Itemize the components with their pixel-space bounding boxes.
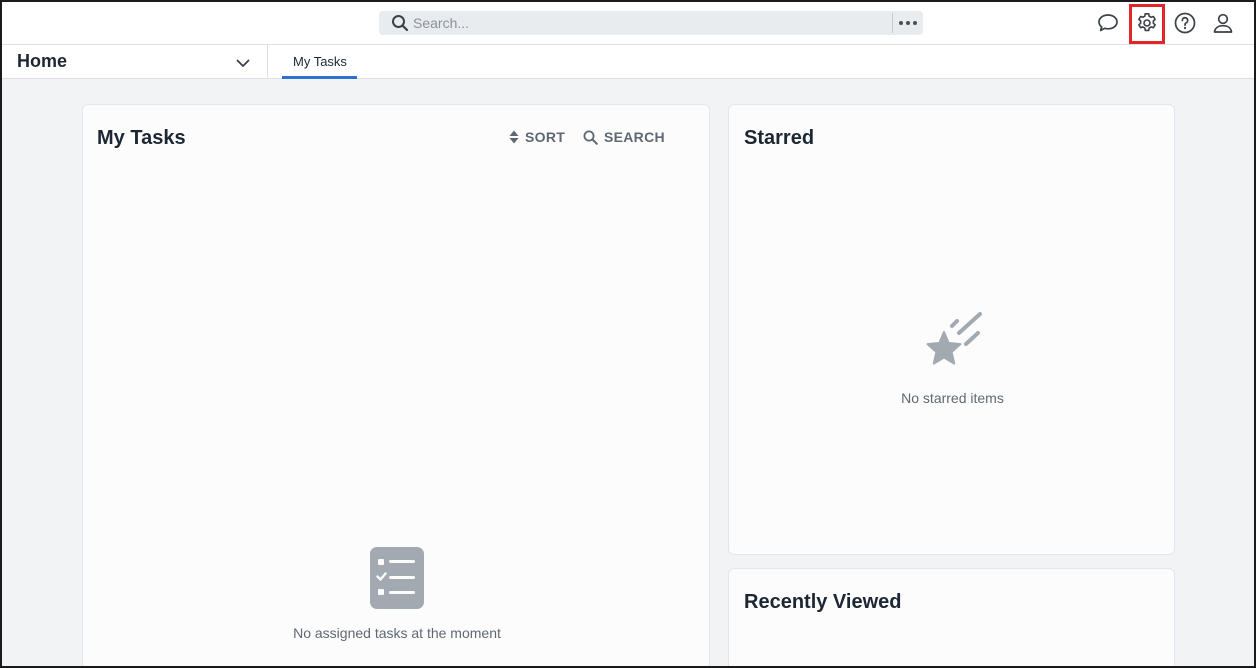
tab-my-tasks[interactable]: My Tasks [282,45,357,79]
sort-button[interactable]: SORT [509,127,565,147]
nav-bar: Home My Tasks [0,45,1256,79]
chevron-down-icon [236,59,250,67]
search-label: SEARCH [604,129,665,145]
recently-viewed-card: Recently Viewed [728,568,1175,668]
tab-label: My Tasks [293,54,347,69]
search-icon [583,130,598,145]
workspace-dropdown[interactable]: Home [0,45,268,79]
search-input[interactable] [413,13,883,33]
my-tasks-card: My Tasks SORT SEARCH No assigned tasks a… [82,104,710,668]
starred-card: Starred No starred items [728,104,1175,555]
sort-label: SORT [525,129,566,145]
workspace-label: Home [17,51,68,71]
user-icon [1213,13,1233,33]
my-tasks-title: My Tasks [97,127,186,149]
top-bar [0,0,1256,45]
recently-viewed-title: Recently Viewed [744,591,902,613]
profile-button[interactable] [1208,8,1238,38]
task-list-icon [370,547,424,609]
more-options-button[interactable] [895,12,921,34]
help-circle-icon [1174,12,1196,34]
task-search-button[interactable]: SEARCH [583,127,665,147]
chat-bubble-icon [1098,14,1118,32]
gear-icon [1138,13,1156,32]
sort-icon [509,130,519,144]
tasks-empty-message: No assigned tasks at the moment [293,625,501,641]
settings-button[interactable] [1132,8,1162,38]
search-divider [892,13,893,33]
chat-button[interactable] [1093,8,1123,38]
starred-empty-message: No starred items [901,390,1004,406]
more-options-icon [899,21,917,25]
search-icon [392,15,409,32]
global-search[interactable] [379,11,923,35]
shooting-star-icon [926,312,982,365]
help-button[interactable] [1170,8,1200,38]
starred-title: Starred [744,127,815,149]
